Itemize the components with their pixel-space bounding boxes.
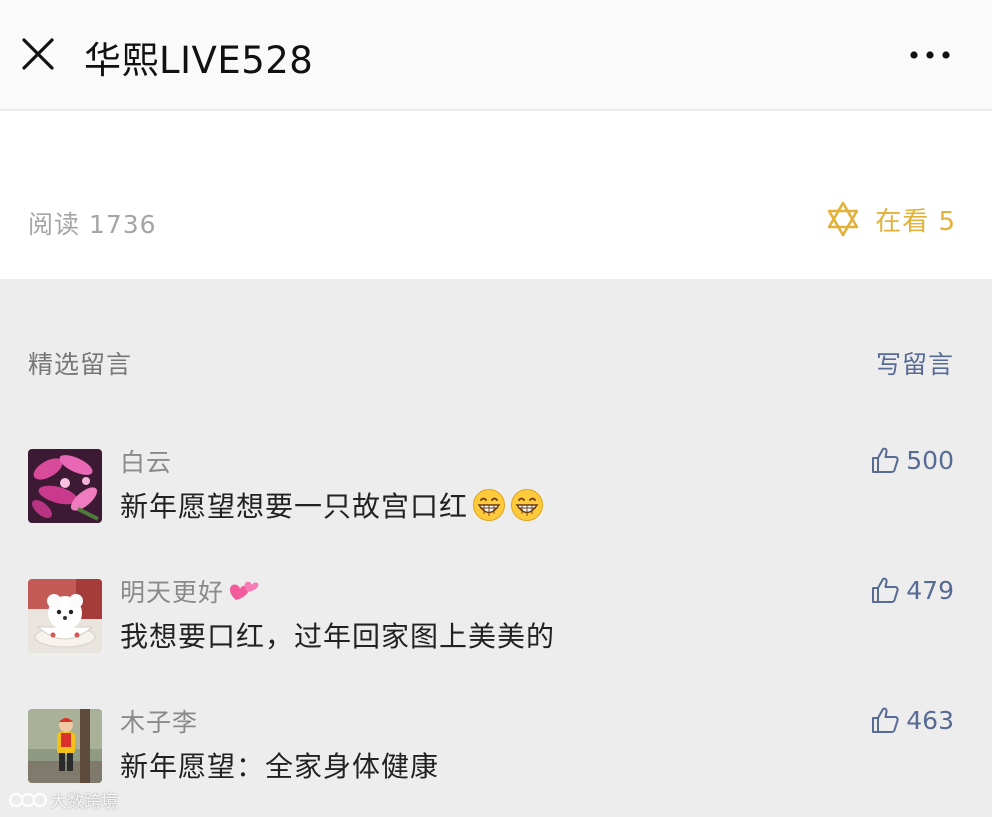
article-footer: 阅读 1736 在看 5 xyxy=(0,111,992,279)
like-count: 479 xyxy=(906,575,954,605)
comment-content: 我想要口红，过年回家图上美美的 xyxy=(120,620,556,653)
comment-content: 新年愿望：全家身体健康 xyxy=(120,750,440,783)
comments-section: 精选留言 写留言 白云 新年愿望想要一只故宫口红 500 明天更好 我想要口红，… xyxy=(0,279,992,817)
hexagram-star-icon xyxy=(827,201,859,237)
comment-nickname: 白云 xyxy=(120,448,173,477)
watermark-text: 大数跨境 xyxy=(50,792,118,812)
avatar[interactable] xyxy=(28,579,102,653)
close-button[interactable] xyxy=(18,34,58,74)
watermark: 大数跨境 xyxy=(8,787,118,812)
comment-nickname: 木子李 xyxy=(120,708,199,737)
top-bar: 华熙LIVE528 xyxy=(0,0,992,110)
comment-nickname: 明天更好 xyxy=(120,573,262,609)
thumbs-up-icon xyxy=(872,447,899,473)
like-button[interactable]: 479 xyxy=(870,575,954,605)
looking-button[interactable]: 在看 5 xyxy=(825,199,956,239)
looking-label: 在看 5 xyxy=(875,206,956,237)
two-hearts-emoji-icon xyxy=(230,581,259,600)
comment-item: 明天更好 我想要口红，过年回家图上美美的 479 xyxy=(0,576,992,689)
watermark-logo-icon xyxy=(9,792,47,807)
more-dots-icon xyxy=(910,51,950,59)
thumbs-up-icon xyxy=(872,707,899,733)
like-count: 500 xyxy=(906,445,954,475)
more-button[interactable] xyxy=(908,44,952,66)
avatar[interactable] xyxy=(28,709,102,783)
comment-item: 木子李 新年愿望：全家身体健康 463 xyxy=(0,706,992,817)
close-icon xyxy=(22,38,54,70)
thumbs-up-icon xyxy=(872,577,899,603)
grin-emoji-icon xyxy=(511,489,544,521)
grin-emoji-icon xyxy=(473,489,506,521)
like-button[interactable]: 500 xyxy=(870,445,954,475)
like-count: 463 xyxy=(906,705,954,735)
write-comment-link[interactable]: 写留言 xyxy=(876,345,954,381)
read-count: 阅读 1736 xyxy=(28,210,157,239)
page-title: 华熙LIVE528 xyxy=(84,39,314,82)
like-button[interactable]: 463 xyxy=(870,705,954,735)
comment-item: 白云 新年愿望想要一只故宫口红 500 xyxy=(0,446,992,559)
avatar[interactable] xyxy=(28,449,102,523)
comments-section-title: 精选留言 xyxy=(28,350,133,379)
comment-content: 新年愿望想要一只故宫口红 xyxy=(120,485,544,525)
